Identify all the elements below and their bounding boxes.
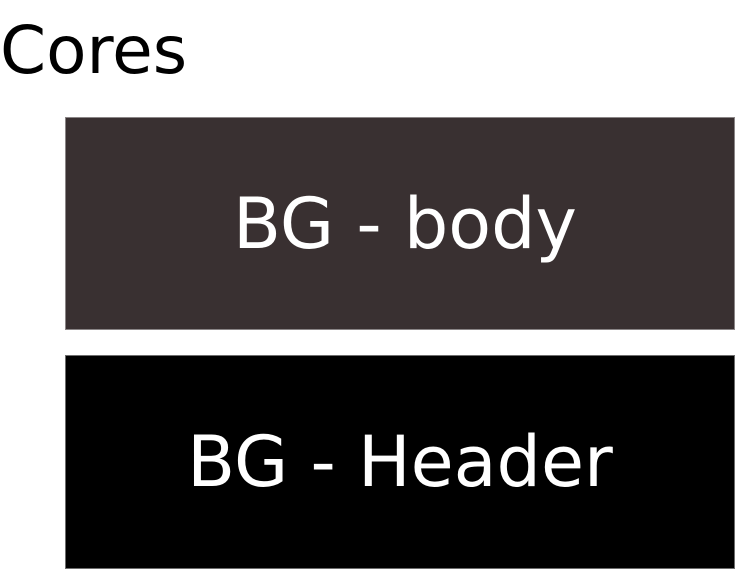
swatch-label-bg-header: BG - Header bbox=[187, 421, 613, 503]
page-title: Cores bbox=[0, 12, 188, 89]
color-swatch-bg-header: BG - Header bbox=[65, 355, 735, 569]
swatch-label-bg-body: BG - body bbox=[233, 182, 577, 265]
color-swatch-bg-body: BG - body bbox=[65, 117, 735, 330]
